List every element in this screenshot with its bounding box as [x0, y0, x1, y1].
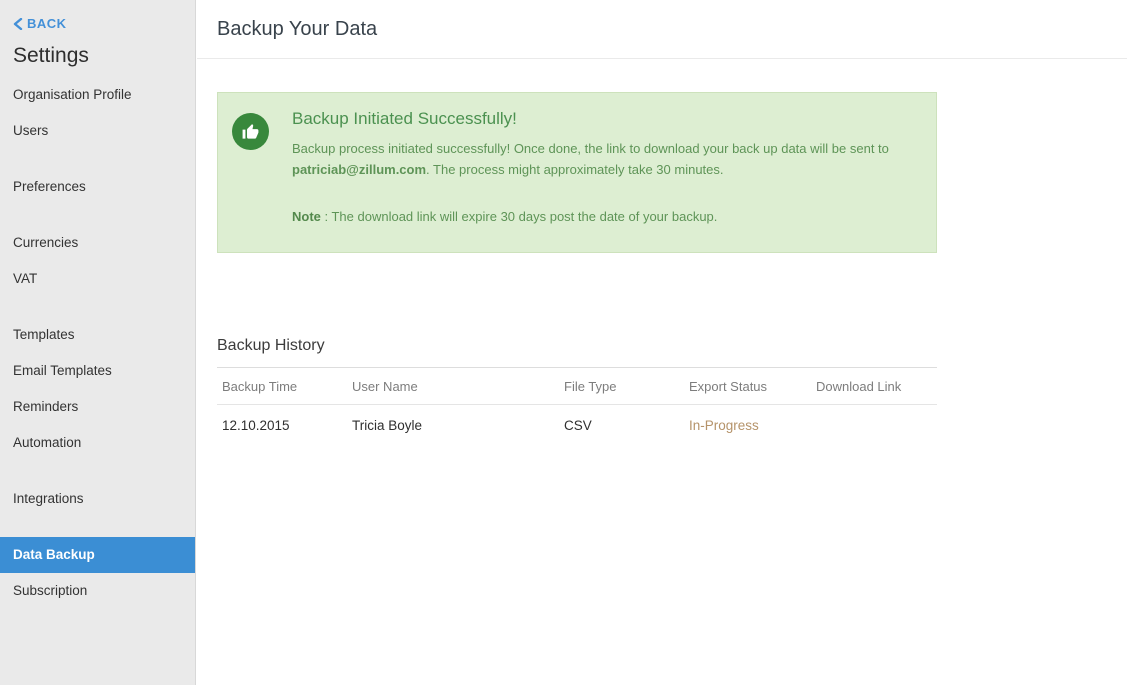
table-header-row: Backup Time User Name File Type Export S…	[217, 367, 937, 405]
backup-history-title: Backup History	[217, 337, 1127, 355]
sidebar-item-users[interactable]: Users	[0, 113, 195, 149]
cell-export-status: In-Progress	[689, 418, 816, 433]
sidebar-item-currencies[interactable]: Currencies	[0, 225, 195, 261]
sidebar-item-reminders[interactable]: Reminders	[0, 389, 195, 425]
sidebar-item-integrations[interactable]: Integrations	[0, 481, 195, 517]
sidebar-item-automation[interactable]: Automation	[0, 425, 195, 461]
alert-message-before-email: Backup process initiated successfully! O…	[292, 141, 889, 156]
sidebar-item-organisation-profile[interactable]: Organisation Profile	[0, 77, 195, 113]
backup-history-table: Backup Time User Name File Type Export S…	[217, 367, 937, 446]
sidebar-item-templates[interactable]: Templates	[0, 317, 195, 353]
alert-message-after-email: . The process might approximately take 3…	[426, 162, 723, 177]
column-header-file-type: File Type	[564, 379, 689, 394]
column-header-export-status: Export Status	[689, 379, 816, 394]
column-header-download-link: Download Link	[816, 379, 937, 394]
backup-success-alert: Backup Initiated Successfully! Backup pr…	[217, 92, 937, 253]
chevron-left-icon	[13, 18, 27, 30]
settings-nav: Organisation Profile Users Preferences C…	[0, 77, 195, 609]
table-row: 12.10.2015 Tricia Boyle CSV In-Progress	[217, 405, 937, 446]
alert-title: Backup Initiated Successfully!	[292, 109, 912, 129]
back-label: BACK	[27, 16, 67, 31]
sidebar-item-preferences[interactable]: Preferences	[0, 169, 195, 205]
column-header-backup-time: Backup Time	[222, 379, 352, 394]
sidebar-item-subscription[interactable]: Subscription	[0, 573, 195, 609]
alert-note-label: Note	[292, 209, 321, 224]
cell-user-name: Tricia Boyle	[352, 418, 564, 433]
sidebar-title: Settings	[13, 44, 195, 68]
cell-backup-time: 12.10.2015	[222, 418, 352, 433]
settings-sidebar: BACK Settings Organisation Profile Users…	[0, 0, 196, 685]
sidebar-item-data-backup[interactable]: Data Backup	[0, 537, 195, 573]
cell-file-type: CSV	[564, 418, 689, 433]
main-content: Backup Your Data Backup Initiated Succes…	[197, 0, 1127, 685]
sidebar-item-email-templates[interactable]: Email Templates	[0, 353, 195, 389]
alert-note: Note : The download link will expire 30 …	[292, 209, 912, 224]
back-button[interactable]: BACK	[13, 16, 195, 31]
sidebar-item-vat[interactable]: VAT	[0, 261, 195, 297]
column-header-user-name: User Name	[352, 379, 564, 394]
alert-message: Backup process initiated successfully! O…	[292, 138, 912, 180]
alert-email: patriciab@zillum.com	[292, 162, 426, 177]
page-title: Backup Your Data	[197, 0, 1127, 59]
thumbs-up-icon	[232, 113, 269, 150]
alert-note-text: : The download link will expire 30 days …	[321, 209, 718, 224]
